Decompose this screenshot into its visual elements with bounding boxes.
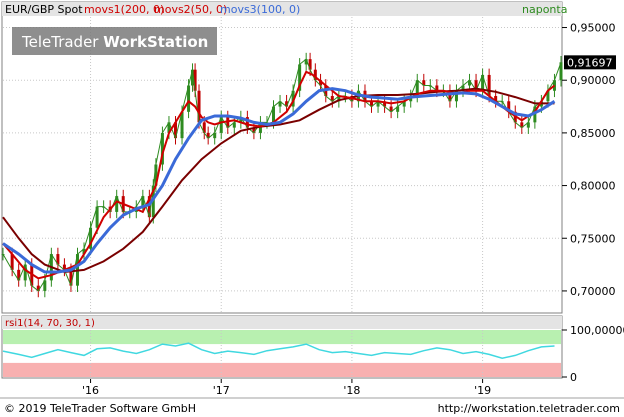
footer-copyright: © 2019 TeleTrader Software GmbH (4, 402, 196, 415)
x-tick-label: '17 (213, 384, 230, 397)
legend-main-label: EUR/GBP Spot (5, 3, 83, 16)
watermark-text: TeleTrader WorkStation (21, 33, 208, 51)
y-tick-label: 0,75000 (570, 232, 616, 245)
x-tick-label: '18 (343, 384, 360, 397)
last-price-label: 0,91697 (567, 56, 613, 69)
legend-ma3-label: movs3(100, 0) (220, 3, 300, 16)
rsi-y-tick-label: 0 (570, 371, 577, 384)
main-chart-panel: EUR/GBP Spot movs1(200, 0) movs2(50, 0) … (1, 1, 567, 314)
y-tick-label: 0,80000 (570, 180, 616, 193)
x-tick-label: '19 (474, 384, 491, 397)
legend-ma1-label: movs1(200, 0) (84, 3, 164, 16)
rsi-y-tick-label: 100,00000 (570, 324, 624, 337)
y-tick-label: 0,70000 (570, 285, 616, 298)
y-tick-label: 0,90000 (570, 74, 616, 87)
rsi-oversold-zone (3, 362, 561, 377)
period-label: naponta (522, 3, 567, 16)
rsi-legend-label: rsi1(14, 70, 30, 1) (5, 318, 95, 329)
y-tick-label: 0,95000 (570, 22, 616, 35)
rsi-overbought-zone (3, 330, 561, 345)
y-tick-label: 0,85000 (570, 127, 616, 140)
rsi-panel: rsi1(14, 70, 30, 1) (1, 315, 563, 379)
legend-ma2-label: movs2(50, 0) (154, 3, 227, 16)
chart-canvas: EUR/GBP Spot movs1(200, 0) movs2(50, 0) … (0, 0, 624, 417)
footer-url[interactable]: http://workstation.teletrader.com (438, 402, 620, 415)
last-price-marker: 0,91697 (564, 55, 616, 69)
x-tick-label: '16 (82, 384, 99, 397)
